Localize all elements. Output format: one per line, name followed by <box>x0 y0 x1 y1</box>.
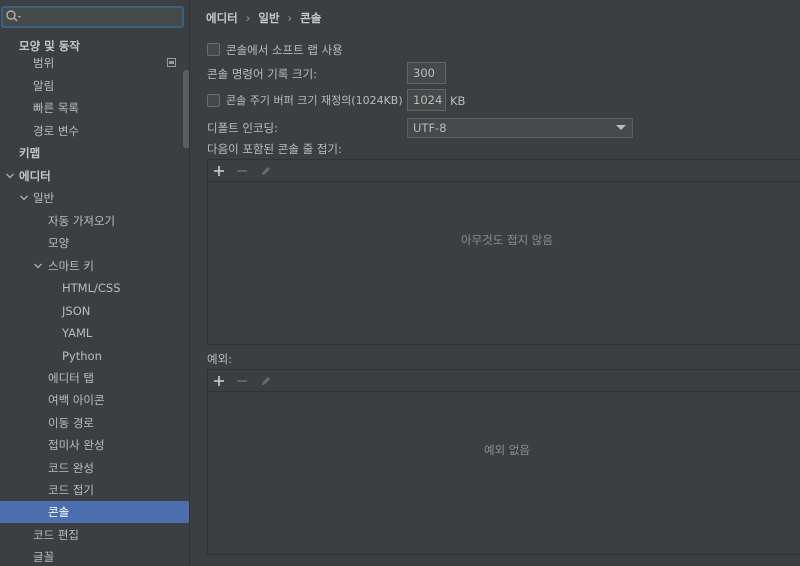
encoding-label: 디폴트 인코딩: <box>207 121 279 135</box>
exceptions-toolbar <box>208 370 800 392</box>
cycle-buffer-unit: KB <box>450 94 466 108</box>
tree-item-console[interactable]: 콘솔 <box>0 501 189 523</box>
tree-item-label: 이동 경로 <box>48 416 94 430</box>
tree-item-label: JSON <box>62 304 91 318</box>
tree-item-label: YAML <box>62 326 93 340</box>
tree-item-label: 코드 완성 <box>48 461 94 475</box>
minus-icon[interactable] <box>234 373 250 389</box>
exceptions-panel: 예외 없음 <box>207 369 800 555</box>
encoding-row: 디폴트 인코딩: <box>207 117 407 139</box>
tree-item-label: Python <box>62 349 102 363</box>
history-size-field[interactable]: 300 <box>407 62 446 84</box>
tree-item-label: 코드 접기 <box>48 483 94 497</box>
breadcrumb: 에디터 › 일반 › 콘솔 <box>206 8 321 28</box>
tree-item-quick-lists[interactable]: 빠른 목록 <box>0 97 189 119</box>
tree-item-label: 여백 아이콘 <box>48 393 105 407</box>
tree-item-editor[interactable]: 에디터 <box>0 165 189 187</box>
tree-item-label: 코드 편집 <box>33 528 79 542</box>
cycle-buffer-label: 콘솔 주기 버퍼 크기 재정의(1024KB) <box>226 94 403 107</box>
cycle-buffer-field[interactable]: 1024 <box>407 89 446 111</box>
soft-wrap-label: 콘솔에서 소프트 랩 사용 <box>226 43 343 57</box>
tree-item-label: 키맵 <box>19 146 41 160</box>
chevron-down-icon[interactable] <box>4 165 16 187</box>
exceptions-label: 예외: <box>207 352 233 366</box>
tree-item-label: 에디터 <box>19 169 51 183</box>
sidebar-scrollbar[interactable] <box>183 70 189 148</box>
settings-sidebar: 모양 및 동작 범위 알림 빠른 목록 경로 변수 키맵 에디터 일반 자동 가… <box>0 0 190 566</box>
encoding-value: UTF-8 <box>413 121 447 135</box>
breadcrumb-separator-icon: › <box>245 11 251 25</box>
fold-lines-empty-text: 아무것도 접지 않음 <box>461 233 553 247</box>
tree-item-label: 콘솔 <box>48 505 70 519</box>
cycle-buffer-checkbox[interactable] <box>207 94 220 107</box>
tree-item-html-css[interactable]: HTML/CSS <box>0 277 189 299</box>
tree-item-label: 자동 가져오기 <box>48 214 116 228</box>
project-level-icon <box>167 58 176 67</box>
tree-item-keymap[interactable]: 키맵 <box>0 142 189 164</box>
tree-item-code-editing[interactable]: 코드 편집 <box>0 524 189 546</box>
soft-wrap-option[interactable]: 콘솔에서 소프트 랩 사용 <box>207 39 507 61</box>
history-size-row: 콘솔 명령어 기록 크기: <box>207 63 407 85</box>
tree-item-code-completion[interactable]: 코드 완성 <box>0 457 189 479</box>
tree-item-label: 범위 <box>33 56 55 70</box>
fold-lines-toolbar <box>208 160 800 182</box>
tree-item-path-variables[interactable]: 경로 변수 <box>0 120 189 142</box>
tree-item-label: 글꼴 <box>33 550 55 564</box>
exceptions-empty-text: 예외 없음 <box>484 443 530 457</box>
tree-item-font[interactable]: 글꼴 <box>0 546 189 566</box>
encoding-select[interactable]: UTF-8 <box>407 118 633 138</box>
fold-lines-label: 다음이 포함된 콘솔 줄 접기: <box>207 142 342 156</box>
fold-lines-row: 다음이 포함된 콘솔 줄 접기: <box>207 138 507 160</box>
plus-icon[interactable] <box>211 163 227 179</box>
tree-item-scopes[interactable]: 범위 <box>0 52 189 74</box>
exceptions-row: 예외: <box>207 348 307 370</box>
tree-item-label: 모양 <box>48 236 70 250</box>
tree-item-appearance-editor[interactable]: 모양 <box>0 232 189 254</box>
tree-item-python[interactable]: Python <box>0 345 189 367</box>
chevron-down-icon[interactable] <box>32 255 44 277</box>
plus-icon[interactable] <box>211 373 227 389</box>
tree-item-postfix-completion[interactable]: 접미사 완성 <box>0 434 189 456</box>
tree-item-label: HTML/CSS <box>62 281 121 295</box>
tree-item-auto-import[interactable]: 자동 가져오기 <box>0 210 189 232</box>
settings-search-input[interactable] <box>1 6 184 28</box>
tree-item-label: 경로 변수 <box>33 124 79 138</box>
breadcrumb-item[interactable]: 콘솔 <box>300 11 321 25</box>
cycle-buffer-option[interactable]: 콘솔 주기 버퍼 크기 재정의(1024KB) <box>207 90 417 112</box>
pencil-icon[interactable] <box>258 163 274 179</box>
tree-item-breadcrumbs[interactable]: 이동 경로 <box>0 412 189 434</box>
history-size-label: 콘솔 명령어 기록 크기: <box>207 67 318 81</box>
pencil-icon[interactable] <box>258 373 274 389</box>
minus-icon[interactable] <box>234 163 250 179</box>
breadcrumb-item[interactable]: 에디터 <box>206 11 238 25</box>
tree-item-json[interactable]: JSON <box>0 300 189 322</box>
soft-wrap-checkbox[interactable] <box>207 43 220 56</box>
chevron-down-icon[interactable] <box>18 187 30 209</box>
settings-content: 에디터 › 일반 › 콘솔 콘솔에서 소프트 랩 사용 콘솔 명령어 기록 크기: 30… <box>191 0 800 566</box>
dropdown-arrow-icon <box>616 125 626 130</box>
tree-item-gutter-icons[interactable]: 여백 아이콘 <box>0 389 189 411</box>
tree-item-general[interactable]: 일반 <box>0 187 189 209</box>
tree-item-smart-keys[interactable]: 스마트 키 <box>0 255 189 277</box>
tree-item-label: 에디터 탭 <box>48 371 94 385</box>
tree-item-label: 알림 <box>33 79 55 93</box>
fold-lines-panel: 아무것도 접지 않음 <box>207 159 800 345</box>
tree-item-label: 접미사 완성 <box>48 438 105 452</box>
breadcrumb-separator-icon: › <box>287 11 293 25</box>
tree-item-label: 빠른 목록 <box>33 101 79 115</box>
tree-item-code-folding[interactable]: 코드 접기 <box>0 479 189 501</box>
breadcrumb-item[interactable]: 일반 <box>258 11 279 25</box>
tree-item-label: 스마트 키 <box>48 259 94 273</box>
tree-item-editor-tabs[interactable]: 에디터 탭 <box>0 367 189 389</box>
tree-item-notifications[interactable]: 알림 <box>0 75 189 97</box>
tree-item-label: 일반 <box>33 191 55 205</box>
search-icon[interactable] <box>5 9 23 25</box>
tree-item-yaml[interactable]: YAML <box>0 322 189 344</box>
